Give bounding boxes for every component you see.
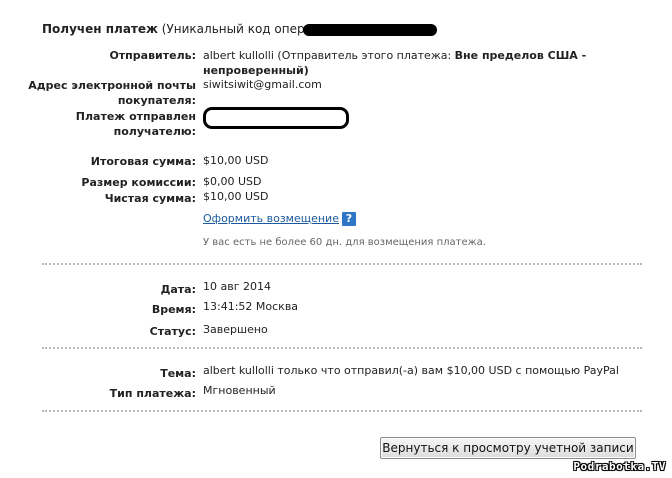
watermark-text: Podrabotka.TV (573, 460, 666, 473)
net-amount-value: $10,00 USD (203, 190, 269, 203)
subject-value: albert kullolli только что отправил(-а) … (203, 364, 619, 377)
sent-to-label-line1: Платеж отправлен (75, 110, 196, 123)
sent-to-label: Платеж отправлен получателю: (10, 109, 196, 139)
payment-type-label: Тип платежа: (109, 387, 196, 400)
section-divider (42, 410, 642, 412)
section-divider (42, 263, 642, 265)
payment-type-value: Мгновенный (203, 384, 276, 397)
net-amount-label: Чистая сумма: (104, 192, 196, 205)
sender-status: Вне пределов США - (454, 49, 587, 62)
recipient-email-redaction (203, 107, 349, 129)
time-label: Время: (151, 303, 196, 316)
refund-note: У вас есть не более 60 дн. для возмещени… (203, 237, 486, 248)
sender-name: albert kullolli (203, 49, 274, 62)
received-label: Получен платеж (42, 22, 158, 36)
total-amount-label: Итоговая сумма: (90, 155, 196, 168)
buyer-email-value: siwitsiwit@gmail.com (203, 78, 322, 91)
issue-refund-link[interactable]: Оформить возмещение (203, 212, 339, 225)
buyer-email-label: Адрес электронной почты покупателя: (10, 78, 196, 108)
time-value: 13:41:52 Москва (203, 300, 299, 313)
fee-amount-value: $0,00 USD (203, 175, 262, 188)
status-value: Завершено (203, 323, 268, 336)
sender-value: albert kullolli (Отправитель этого плате… (203, 48, 586, 78)
total-amount-value: $10,00 USD (203, 154, 269, 167)
date-label: Дата: (160, 283, 196, 296)
subject-label: Тема: (160, 367, 196, 380)
help-icon[interactable]: ? (341, 212, 356, 226)
sender-label: Отправитель: (109, 49, 196, 62)
transaction-header: Получен платеж (Уникальный код операции (42, 22, 336, 36)
sender-note-prefix: (Отправитель этого платежа: (277, 49, 452, 62)
fee-amount-label: Размер комиссии: (81, 176, 196, 189)
buyer-email-label-line1: Адрес электронной почты (28, 79, 196, 92)
back-to-account-button[interactable]: Вернуться к просмотру учетной записи (380, 437, 636, 459)
sender-status-cont: непроверенный) (203, 64, 309, 77)
refund-row: Оформить возмещение? (203, 212, 356, 226)
sent-to-label-line2: получателю: (113, 125, 196, 138)
section-divider (42, 347, 642, 349)
buyer-email-label-line2: покупателя: (117, 94, 196, 107)
transaction-code-redaction (303, 24, 437, 36)
date-value: 10 авг 2014 (203, 280, 271, 293)
status-label: Статус: (149, 325, 196, 338)
